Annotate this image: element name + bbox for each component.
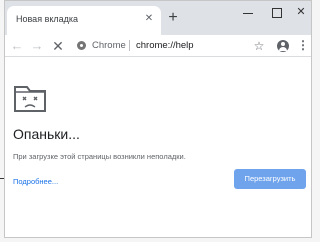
account-icon[interactable] <box>275 38 291 54</box>
browser-window: Новая вкладка ✕ + ✕ ← → ✕ Chrome chrome:… <box>4 0 312 238</box>
tab-title: Новая вкладка <box>16 14 79 24</box>
sad-tab-icon <box>14 86 46 112</box>
menu-kebab-icon[interactable]: ⋮ <box>295 38 311 54</box>
tab-new-tab[interactable]: Новая вкладка ✕ <box>7 6 161 35</box>
close-icon: ✕ <box>296 6 306 18</box>
address-url[interactable]: chrome://help <box>136 40 194 51</box>
back-arrow-icon[interactable]: ← <box>9 38 25 54</box>
minimize-icon <box>243 13 253 14</box>
minimize-button[interactable] <box>233 1 263 25</box>
learn-more-link[interactable]: Подробнее... <box>13 177 58 186</box>
address-bar[interactable]: Chrome chrome://help <box>71 37 249 55</box>
bookmark-star-icon[interactable]: ☆ <box>251 38 267 54</box>
maximize-icon <box>272 8 282 18</box>
error-message: При загрузке этой страницы возникли непо… <box>13 152 186 161</box>
site-label: Chrome <box>92 40 126 51</box>
address-separator <box>129 40 130 51</box>
tab-close-icon[interactable]: ✕ <box>143 13 155 25</box>
error-page: Опаньки... При загрузке этой страницы во… <box>5 57 311 237</box>
new-tab-button[interactable]: + <box>165 10 181 26</box>
close-window-button[interactable]: ✕ <box>286 1 311 25</box>
browser-toolbar: ← → ✕ Chrome chrome://help ☆ ⋮ <box>5 35 311 57</box>
error-title: Опаньки... <box>13 126 80 142</box>
title-bar: Новая вкладка ✕ + ✕ <box>5 1 311 35</box>
forward-arrow-icon[interactable]: → <box>29 38 45 54</box>
reload-button[interactable]: Перезагрузить <box>234 169 306 189</box>
stop-loading-icon[interactable]: ✕ <box>50 38 66 54</box>
account-avatar-icon <box>277 40 289 52</box>
chrome-logo-icon <box>77 41 86 50</box>
